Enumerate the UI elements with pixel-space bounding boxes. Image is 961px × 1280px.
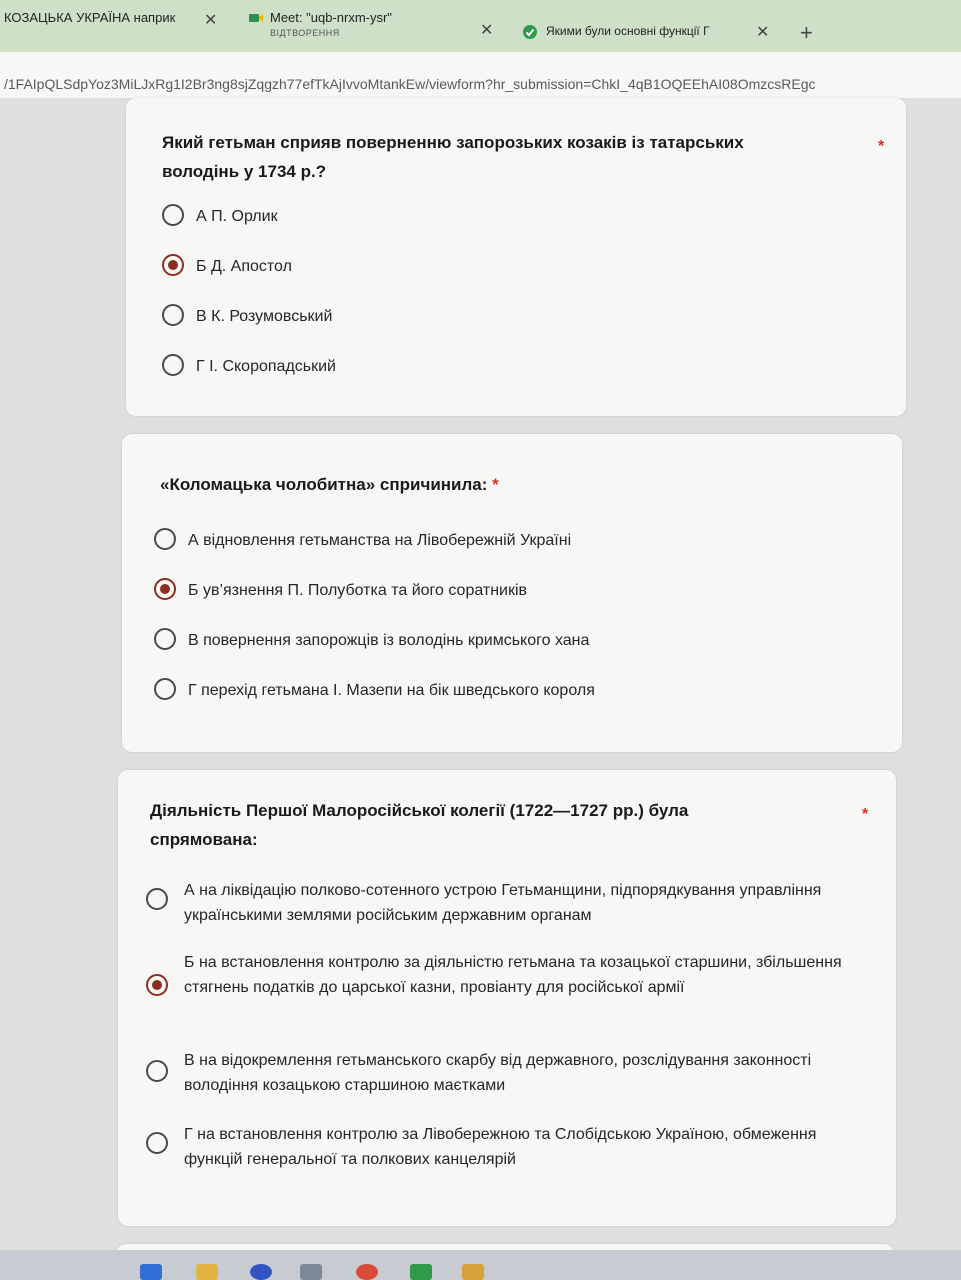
browser-icon[interactable]	[356, 1264, 378, 1280]
app-icon[interactable]	[410, 1264, 432, 1280]
close-icon[interactable]: ✕	[204, 10, 217, 30]
forms-icon	[522, 24, 538, 40]
required-star: *	[878, 138, 885, 155]
option-label: Г І. Скоропадський	[196, 358, 336, 375]
tab-meet[interactable]: Meet: "uqb-nrxm-ysr" ВІДТВОРЕННЯ ✕	[248, 6, 498, 46]
app-icon[interactable]	[250, 1264, 272, 1280]
radio-button-selected[interactable]	[162, 254, 184, 276]
radio-button[interactable]	[162, 354, 184, 376]
tab-functions[interactable]: Якими були основні функції Г ✕	[522, 6, 782, 46]
tab-label: КОЗАЦЬКА УКРАЇНА наприк	[4, 10, 176, 25]
radio-button[interactable]	[146, 888, 168, 910]
option-label: Б ув’язнення П. Полуботка та його соратн…	[188, 582, 528, 599]
taskbar	[0, 1250, 961, 1280]
address-bar[interactable]: /1FAIpQLSdpYoz3MiLJxRg1I2Br3ng8sjZqgzh77…	[0, 52, 961, 99]
form-content: Який гетьман сприяв поверненню запорозьк…	[0, 98, 961, 1264]
option-label: В повернення запорожців із володінь крим…	[188, 632, 590, 649]
folder-icon[interactable]	[196, 1264, 218, 1280]
question-title: Який гетьман сприяв поверненню запорозьк…	[162, 133, 744, 181]
radio-button[interactable]	[154, 528, 176, 550]
meet-icon	[248, 10, 264, 26]
option-label: Г на встановлення контролю за Лівобережн…	[184, 1126, 817, 1168]
question-title: «Коломацька чолобитна» спричинила: *	[160, 470, 499, 499]
option-label: Б Д. Апостол	[196, 258, 292, 275]
tab-label: Meet: "uqb-nrxm-ysr"	[270, 10, 392, 25]
option-label: В К. Розумовський	[196, 308, 333, 325]
option-label: А на ліквідацію полково-сотенного устрою…	[184, 882, 822, 924]
radio-button[interactable]	[162, 304, 184, 326]
question-card-2: «Коломацька чолобитна» спричинила: * А в…	[122, 434, 902, 752]
close-icon[interactable]: ✕	[480, 20, 493, 40]
tab-kozatska-ukraina[interactable]: КОЗАЦЬКА УКРАЇНА наприк ✕	[4, 6, 224, 46]
start-icon[interactable]	[140, 1264, 162, 1280]
radio-button[interactable]	[154, 678, 176, 700]
option-label: А П. Орлик	[196, 208, 278, 225]
radio-button[interactable]	[146, 1132, 168, 1154]
radio-button-selected[interactable]	[146, 974, 168, 996]
question-card-3: Діяльність Першої Малоросійської колегії…	[118, 770, 896, 1226]
option-label: А відновлення гетьманства на Лівобережні…	[188, 532, 572, 549]
tab-label: Якими були основні функції Г	[546, 24, 710, 38]
radio-button[interactable]	[154, 628, 176, 650]
new-tab-button[interactable]: +	[800, 20, 813, 46]
required-star: *	[862, 806, 869, 823]
option-label: Г перехід гетьмана І. Мазепи на бік швед…	[188, 682, 595, 699]
radio-button-selected[interactable]	[154, 578, 176, 600]
app-icon[interactable]	[462, 1264, 484, 1280]
required-star: *	[492, 475, 499, 494]
radio-button[interactable]	[146, 1060, 168, 1082]
option-label: Б на встановлення контролю за діяльністю…	[184, 954, 842, 996]
question-card-1: Який гетьман сприяв поверненню запорозьк…	[126, 98, 906, 416]
question-title: Діяльність Першої Малоросійської колегії…	[150, 801, 689, 849]
question-title-text: «Коломацька чолобитна» спричинила:	[160, 475, 488, 494]
radio-button[interactable]	[162, 204, 184, 226]
url-text[interactable]: /1FAIpQLSdpYoz3MiLJxRg1I2Br3ng8sjZqgzh77…	[4, 76, 815, 92]
browser-tab-bar: КОЗАЦЬКА УКРАЇНА наприк ✕ Meet: "uqb-nrx…	[0, 0, 961, 52]
close-icon[interactable]: ✕	[756, 22, 769, 42]
app-icon[interactable]	[300, 1264, 322, 1280]
tab-sublabel: ВІДТВОРЕННЯ	[270, 28, 340, 38]
option-label: В на відокремлення гетьманського скарбу …	[184, 1052, 812, 1094]
